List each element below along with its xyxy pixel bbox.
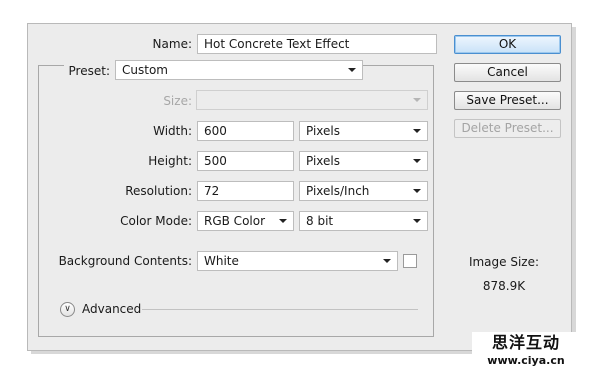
advanced-toggle-button[interactable]: ∨ (60, 302, 75, 317)
color-mode-select[interactable]: RGB Color (197, 211, 294, 231)
background-contents-label: Background Contents: (58, 254, 192, 268)
save-preset-button[interactable]: Save Preset... (454, 91, 561, 110)
resolution-label: Resolution: (125, 184, 192, 198)
preset-select-value: Custom (122, 63, 168, 77)
chevron-down-icon (413, 189, 421, 193)
color-mode-value: RGB Color (204, 214, 266, 228)
height-label: Height: (148, 154, 192, 168)
height-input[interactable]: 500 (197, 151, 294, 171)
background-contents-value: White (204, 254, 239, 268)
chevron-down-icon (348, 68, 356, 72)
height-unit-value: Pixels (306, 154, 341, 168)
chevron-down-icon (413, 219, 421, 223)
chevron-down-icon (383, 259, 391, 263)
width-input[interactable]: 600 (197, 121, 294, 141)
width-unit-value: Pixels (306, 124, 341, 138)
color-mode-label: Color Mode: (120, 214, 192, 228)
name-input[interactable]: Hot Concrete Text Effect (197, 34, 437, 54)
ok-button[interactable]: OK (454, 35, 561, 54)
preset-label: Preset: (68, 64, 110, 78)
resolution-unit-value: Pixels/Inch (306, 184, 370, 198)
delete-preset-button[interactable]: Delete Preset... (454, 119, 561, 138)
chevron-down-icon (413, 129, 421, 133)
background-color-swatch[interactable] (403, 254, 417, 268)
width-unit-select[interactable]: Pixels (299, 121, 428, 141)
watermark-url: www.ciya.cn (487, 354, 565, 367)
cancel-button[interactable]: Cancel (454, 63, 561, 82)
size-select[interactable] (196, 90, 428, 110)
advanced-separator (142, 309, 418, 310)
bit-depth-select[interactable]: 8 bit (299, 211, 428, 231)
dialog-shadow-right (572, 27, 576, 353)
chevron-down-icon (413, 98, 421, 102)
chevron-double-down-icon: ∨ (64, 304, 71, 314)
height-unit-select[interactable]: Pixels (299, 151, 428, 171)
watermark-chinese-text: 思洋互动 (491, 333, 560, 352)
resolution-unit-select[interactable]: Pixels/Inch (299, 181, 428, 201)
advanced-label: Advanced (82, 302, 142, 316)
width-label: Width: (153, 124, 192, 138)
background-contents-select[interactable]: White (197, 251, 398, 271)
preset-select[interactable]: Custom (115, 60, 363, 80)
image-size-label: Image Size: (468, 255, 540, 269)
chevron-down-icon (279, 219, 287, 223)
bit-depth-value: 8 bit (306, 214, 334, 228)
image-size-value: 878.9K (482, 279, 526, 293)
chevron-down-icon (413, 159, 421, 163)
name-label: Name: (152, 37, 192, 51)
resolution-input[interactable]: 72 (197, 181, 294, 201)
size-label: Size: (163, 94, 192, 108)
watermark: 思洋互动 www.ciya.cn (472, 332, 580, 375)
